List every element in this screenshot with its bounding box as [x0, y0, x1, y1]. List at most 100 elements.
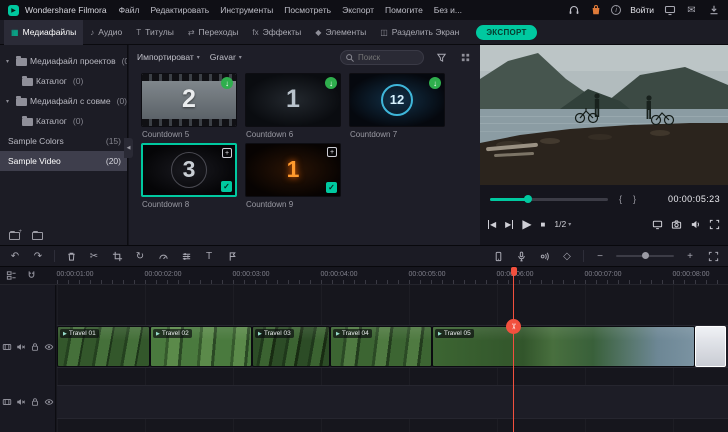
tab-audio[interactable]: ♪Аудио: [83, 20, 129, 45]
download-badge[interactable]: ↓: [221, 77, 233, 89]
lock-track-icon[interactable]: [30, 397, 40, 407]
mark-out-icon[interactable]: }: [633, 194, 636, 204]
preview-video[interactable]: [480, 45, 728, 185]
timeline-clip[interactable]: ▶Travel 03: [252, 326, 330, 367]
tab-elements[interactable]: ◆Элементы: [308, 20, 373, 45]
menu-file[interactable]: Файл: [119, 5, 140, 15]
sidebar-item-sample-colors[interactable]: Sample Colors (15): [0, 131, 127, 151]
menu-help[interactable]: Помогите: [385, 5, 423, 15]
delete-button[interactable]: [64, 249, 78, 263]
media-thumbnail[interactable]: 1 + ✓: [245, 143, 341, 197]
color-adjust-button[interactable]: [179, 249, 193, 263]
split-scissors-button[interactable]: ✂: [87, 249, 101, 263]
crop-button[interactable]: [110, 249, 124, 263]
tab-effects[interactable]: fxЭффекты: [245, 20, 308, 45]
marker-button[interactable]: [225, 249, 239, 263]
sidebar-item-catalog-2[interactable]: Каталог (0): [0, 111, 127, 131]
mute-track-icon[interactable]: [16, 397, 26, 407]
add-folder-button[interactable]: +: [9, 232, 20, 240]
mirror-display-icon[interactable]: [652, 219, 663, 230]
cut-at-playhead-button[interactable]: ✂: [506, 319, 521, 334]
collapse-sidebar-arrow[interactable]: ◀: [124, 138, 133, 158]
media-thumbnail[interactable]: 12 ↓: [349, 73, 445, 127]
folder-button[interactable]: [32, 232, 43, 240]
store-bag-icon[interactable]: [589, 4, 602, 17]
fit-timeline-button[interactable]: [706, 249, 720, 263]
next-frame-button[interactable]: ▶: [505, 220, 513, 229]
tab-media[interactable]: ▦Медиафайлы: [4, 20, 83, 45]
hide-track-eye-icon[interactable]: [44, 342, 54, 352]
voiceover-mic-button[interactable]: [514, 249, 528, 263]
audio-mixer-button[interactable]: [537, 249, 551, 263]
fullscreen-icon[interactable]: [709, 219, 720, 230]
mark-in-icon[interactable]: {: [619, 194, 622, 204]
hide-track-eye-icon[interactable]: [44, 397, 54, 407]
menu-tools[interactable]: Инструменты: [220, 5, 273, 15]
zoom-in-button[interactable]: +: [683, 249, 697, 263]
volume-icon[interactable]: [690, 219, 701, 230]
speed-button[interactable]: [156, 249, 170, 263]
sort-dropdown[interactable]: Gravar▾: [210, 52, 242, 62]
timeline-clip[interactable]: ▶Travel 04: [330, 326, 432, 367]
timeline-clip[interactable]: ▶Travel 02: [150, 326, 252, 367]
search-box[interactable]: [340, 50, 424, 65]
rotate-button[interactable]: ↻: [133, 249, 147, 263]
menu-view[interactable]: Посмотреть: [284, 5, 331, 15]
mail-icon[interactable]: ✉: [685, 4, 698, 17]
download-badge[interactable]: ↓: [325, 77, 337, 89]
tab-splitscreen[interactable]: ◫Разделить Экран: [373, 20, 466, 45]
media-thumbnail[interactable]: 1 ↓: [245, 73, 341, 127]
timeline-clip[interactable]: ▶Travel 05: [432, 326, 695, 367]
import-dropdown[interactable]: Импортироват▾: [137, 52, 200, 62]
export-button[interactable]: ЭКСПОРТ: [476, 25, 536, 40]
chevron-down-icon[interactable]: ▾: [6, 98, 13, 105]
menu-export[interactable]: Экспорт: [342, 5, 374, 15]
timeline-clip-selected[interactable]: [695, 326, 726, 367]
seek-handle[interactable]: [524, 195, 532, 203]
tab-titles[interactable]: TТитулы: [129, 20, 181, 45]
play-button[interactable]: ▶: [522, 217, 531, 231]
sidebar-item-project-media[interactable]: ▾ Медиафайл проектов (0): [0, 51, 127, 71]
grid-view-icon[interactable]: [458, 50, 472, 64]
menu-edit[interactable]: Редактировать: [150, 5, 209, 15]
timeline-ruler[interactable]: 00:00:01:00 00:00:02:00 00:00:03:00 00:0…: [0, 267, 728, 285]
search-input[interactable]: [358, 53, 418, 62]
media-thumbnail[interactable]: 3 + ✓: [141, 143, 237, 197]
chevron-down-icon[interactable]: ▾: [6, 58, 13, 65]
screen-record-button[interactable]: [491, 249, 505, 263]
seek-bar[interactable]: [490, 198, 608, 201]
undo-button[interactable]: ↶: [8, 249, 22, 263]
filter-icon[interactable]: [434, 50, 448, 64]
redo-button[interactable]: ↷: [31, 249, 45, 263]
snapping-magnet-icon[interactable]: [26, 270, 37, 281]
media-thumbnail[interactable]: 2 ↓: [141, 73, 237, 127]
tab-transitions[interactable]: ⇄Переходы: [181, 20, 246, 45]
manage-tracks-icon[interactable]: [6, 270, 17, 281]
info-icon[interactable]: i: [611, 5, 621, 15]
screen-share-icon[interactable]: [663, 4, 676, 17]
zoom-out-button[interactable]: −: [593, 249, 607, 263]
support-headset-icon[interactable]: [567, 4, 580, 17]
lock-track-icon[interactable]: [30, 342, 40, 352]
zoom-slider-handle[interactable]: [642, 252, 649, 259]
playback-quality-dropdown[interactable]: 1/2▾: [554, 219, 571, 229]
media-item-countdown7[interactable]: 12 ↓ Countdown 7: [349, 73, 445, 139]
media-item-countdown9[interactable]: 1 + ✓ Countdown 9: [245, 143, 341, 209]
timeline-clip[interactable]: ▶Travel 01: [57, 326, 150, 367]
download-badge[interactable]: ↓: [429, 77, 441, 89]
stop-button[interactable]: ■: [541, 220, 546, 229]
text-button[interactable]: T: [202, 249, 216, 263]
mute-track-icon[interactable]: [16, 342, 26, 352]
sidebar-item-catalog-1[interactable]: Каталог (0): [0, 71, 127, 91]
sidebar-item-sample-video[interactable]: Sample Video (20): [0, 151, 127, 171]
media-item-countdown5[interactable]: 2 ↓ Countdown 5: [141, 73, 237, 139]
media-item-countdown8[interactable]: 3 + ✓ Countdown 8: [141, 143, 237, 209]
keyframe-button[interactable]: ◇: [560, 249, 574, 263]
login-button[interactable]: Войти: [630, 5, 654, 15]
sidebar-item-shared-media[interactable]: ▾ Медиафайл с совме (0): [0, 91, 127, 111]
timeline-zoom-slider[interactable]: [616, 255, 674, 257]
timeline[interactable]: ▶Travel 01 ▶Travel 02 ▶Travel 03 ▶Travel…: [0, 285, 728, 432]
menu-project-title[interactable]: Без и...: [434, 5, 462, 15]
previous-frame-button[interactable]: ◀: [488, 220, 496, 229]
download-icon[interactable]: [707, 4, 720, 17]
